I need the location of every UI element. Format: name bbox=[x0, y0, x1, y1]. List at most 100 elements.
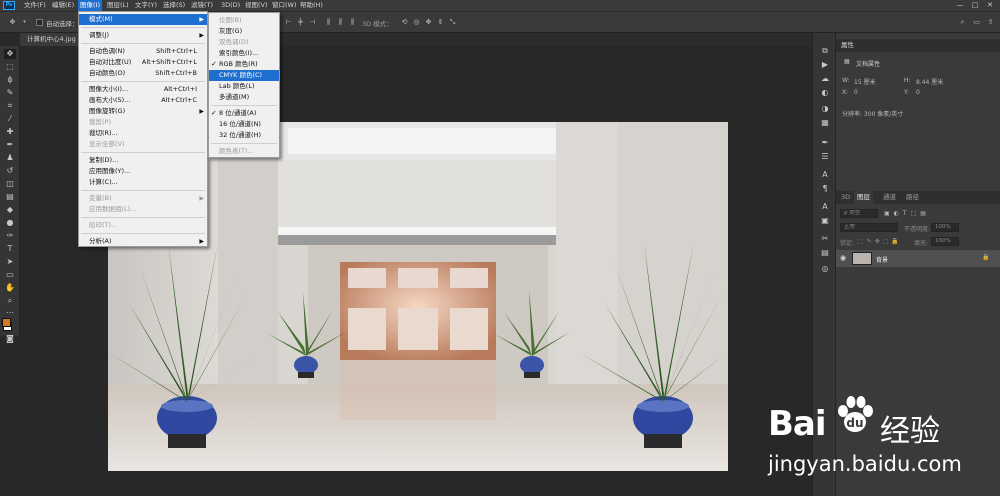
minimize-icon[interactable]: — bbox=[955, 1, 965, 10]
3d-rotate-icon[interactable]: ⟲ bbox=[400, 18, 409, 27]
align-right-icon[interactable]: ⊣ bbox=[308, 18, 317, 27]
brush-settings-icon[interactable]: ✒ bbox=[818, 137, 832, 148]
3d-pan-icon[interactable]: ✥ bbox=[424, 18, 433, 27]
swatches-icon[interactable]: ▦ bbox=[818, 117, 832, 128]
menu-option[interactable]: 复制(D)... bbox=[79, 155, 207, 166]
panel-tab[interactable]: 3D bbox=[838, 191, 853, 204]
document-tab[interactable]: 计算机中心4.jpg bbox=[20, 33, 80, 46]
gradient-tool-icon[interactable]: ▤ bbox=[4, 192, 16, 202]
opacity-input[interactable]: 100% bbox=[931, 223, 959, 232]
menu-item[interactable]: 图层(L) bbox=[107, 0, 129, 11]
x-value[interactable]: 0 bbox=[854, 89, 858, 96]
type-tool-icon[interactable]: T bbox=[4, 244, 16, 254]
eraser-tool-icon[interactable]: ◫ bbox=[4, 179, 16, 189]
brush-tool-icon[interactable]: ✒ bbox=[4, 140, 16, 150]
menu-item[interactable]: 视图(V) bbox=[245, 0, 268, 11]
healing-brush-icon[interactable]: ✚ bbox=[4, 127, 16, 137]
menu-option[interactable]: 灰度(G) bbox=[209, 26, 279, 37]
blur-tool-icon[interactable]: ◆ bbox=[4, 205, 16, 215]
lock-icons[interactable]: ⬚✎✥⬚🔒 bbox=[858, 238, 902, 245]
marquee-tool-icon[interactable]: ⬚ bbox=[4, 62, 16, 72]
hand-tool-icon[interactable]: ✋ bbox=[4, 283, 16, 293]
3d-slide-icon[interactable]: ⇕ bbox=[436, 18, 445, 27]
distribute-icon[interactable]: ⫼ bbox=[348, 18, 357, 27]
pen-tool-icon[interactable]: ✑ bbox=[4, 231, 16, 241]
layer-comps-icon[interactable]: ▣ bbox=[818, 215, 832, 226]
menu-item[interactable]: 滤镜(T) bbox=[191, 0, 213, 11]
history-brush-icon[interactable]: ↺ bbox=[4, 166, 16, 176]
properties-icon[interactable]: ☰ bbox=[818, 151, 832, 162]
menu-option[interactable]: 模式(M) ▶ bbox=[79, 14, 207, 25]
menu-option[interactable]: 图像大小(I)... Alt+Ctrl+I bbox=[79, 84, 207, 95]
timeline-icon[interactable]: ▤ bbox=[818, 247, 832, 258]
menu-option[interactable]: 计算(C)... bbox=[79, 177, 207, 188]
menu-option[interactable]: 32 位/通道(H) bbox=[209, 130, 279, 141]
menu-option[interactable]: 16 位/通道(N) bbox=[209, 119, 279, 130]
zoom-tool-icon[interactable]: ⌕ bbox=[4, 296, 16, 306]
layer-kind-filter[interactable]: ρ 类型 bbox=[840, 209, 878, 218]
close-icon[interactable]: ✕ bbox=[985, 1, 995, 10]
foreground-color-swatch[interactable] bbox=[2, 318, 11, 327]
eye-icon[interactable]: ◉ bbox=[840, 254, 846, 262]
align-center-icon[interactable]: ╪ bbox=[296, 18, 305, 27]
layer-row-background[interactable]: ◉ 背景 🔒 bbox=[836, 250, 1000, 267]
menu-option[interactable]: 应用图像(Y)... bbox=[79, 166, 207, 177]
blend-mode-select[interactable]: 正常 bbox=[840, 223, 898, 232]
share-icon[interactable]: ⇪ bbox=[986, 18, 995, 27]
actions-icon[interactable]: ▶ bbox=[818, 59, 832, 70]
menu-option[interactable]: 分析(A) ▶ bbox=[79, 236, 207, 247]
menu-item[interactable]: 编辑(E) bbox=[52, 0, 74, 11]
w-value[interactable]: 15 厘米 bbox=[854, 77, 876, 86]
eyedropper-tool-icon[interactable]: ⁄ bbox=[4, 114, 16, 124]
auto-select-checkbox[interactable] bbox=[36, 19, 43, 26]
3d-scale-icon[interactable]: ⤡ bbox=[448, 18, 457, 27]
move-tool-icon[interactable]: ✥ bbox=[8, 18, 17, 27]
move-tool-icon[interactable]: ✥ bbox=[4, 49, 16, 59]
chevron-down-icon[interactable]: ▾ bbox=[20, 18, 29, 27]
libraries-icon[interactable]: ☁ bbox=[818, 73, 832, 84]
3d-icon[interactable]: ◎ bbox=[818, 263, 832, 274]
menu-option[interactable]: 图像旋转(G) ▶ bbox=[79, 106, 207, 117]
menu-option[interactable]: 调整(J) ▶ bbox=[79, 30, 207, 41]
panel-tab[interactable]: 路径 bbox=[903, 191, 922, 204]
menu-option[interactable]: ✓ RGB 颜色(R) bbox=[209, 59, 279, 70]
tools-icon[interactable]: ✂ bbox=[818, 233, 832, 244]
menu-option[interactable]: ✓ 8 位/通道(A) bbox=[209, 108, 279, 119]
character-icon[interactable]: A bbox=[818, 169, 832, 180]
align-left-icon[interactable]: ⊢ bbox=[284, 18, 293, 27]
workspace-icon[interactable]: ▭ bbox=[972, 18, 981, 27]
fill-input[interactable]: 100% bbox=[931, 237, 959, 246]
menu-item[interactable]: 图像(I) bbox=[78, 0, 102, 11]
filter-icons[interactable]: ▣◐T⬚▤ bbox=[884, 210, 930, 217]
menu-item[interactable]: 帮助(H) bbox=[300, 0, 323, 11]
stamp-tool-icon[interactable]: ♟ bbox=[4, 153, 16, 163]
menu-option[interactable]: 索引颜色(I)... bbox=[209, 48, 279, 59]
distribute-icon[interactable]: ⫼ bbox=[324, 18, 333, 27]
color-icon[interactable]: ◑ bbox=[818, 103, 832, 114]
menu-option[interactable]: 裁切(R)... bbox=[79, 128, 207, 139]
shape-tool-icon[interactable]: ▭ bbox=[4, 270, 16, 280]
paragraph-icon[interactable]: ¶ bbox=[818, 183, 832, 194]
crop-tool-icon[interactable]: ⌗ bbox=[4, 101, 16, 111]
more-tools-icon[interactable]: ⋯ bbox=[4, 308, 16, 318]
menu-option[interactable]: 画布大小(S)... Alt+Ctrl+C bbox=[79, 95, 207, 106]
menu-item[interactable]: 3D(D) bbox=[221, 0, 240, 11]
quick-select-tool-icon[interactable]: ✎ bbox=[4, 88, 16, 98]
h-value[interactable]: 8.44 厘米 bbox=[916, 77, 943, 86]
menu-option[interactable]: Lab 颜色(L) bbox=[209, 81, 279, 92]
menu-item[interactable]: 文件(F) bbox=[24, 0, 46, 11]
panel-tab[interactable]: 图层 bbox=[854, 191, 873, 204]
menu-option[interactable]: 多通道(M) bbox=[209, 92, 279, 103]
menu-item[interactable]: 文字(Y) bbox=[135, 0, 157, 11]
adjustments-icon[interactable]: ◐ bbox=[818, 87, 832, 98]
menu-option[interactable]: CMYK 颜色(C) bbox=[209, 70, 279, 81]
history-icon[interactable]: ⧉ bbox=[818, 45, 832, 56]
quick-mask-icon[interactable]: ◙ bbox=[4, 334, 16, 344]
panel-tab[interactable]: 通道 bbox=[880, 191, 899, 204]
lasso-tool-icon[interactable]: ϕ bbox=[4, 75, 16, 85]
distribute-icon[interactable]: ⫼ bbox=[336, 18, 345, 27]
y-value[interactable]: 0 bbox=[916, 89, 920, 96]
3d-roll-icon[interactable]: ◎ bbox=[412, 18, 421, 27]
search-icon[interactable]: ⌕ bbox=[958, 18, 967, 27]
menu-option[interactable]: 自动色调(N) Shift+Ctrl+L bbox=[79, 46, 207, 57]
